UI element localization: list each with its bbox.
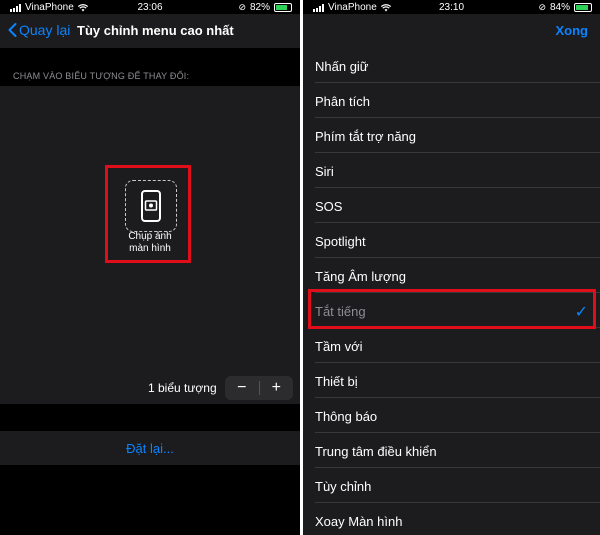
- list-item[interactable]: Trung tâm điều khiển: [303, 433, 600, 468]
- list-item-label: Thông báo: [315, 409, 378, 424]
- list-item[interactable]: Phím tắt trợ năng: [303, 118, 600, 153]
- list-item[interactable]: Thiết bị: [303, 363, 600, 398]
- icon-count-label: 1 biểu tượng: [148, 381, 217, 395]
- list-item-label: Trung tâm điều khiển: [315, 444, 437, 459]
- list-item-label: Phím tắt trợ năng: [315, 129, 417, 144]
- list-item[interactable]: Thông báo: [303, 398, 600, 433]
- list-item-label: Nhấn giữ: [315, 59, 369, 74]
- status-right: ⊘ 84%: [538, 2, 592, 13]
- icon-count-stepper: − +: [225, 376, 293, 400]
- list-item[interactable]: Tầm với: [303, 328, 600, 363]
- list-item-label: Tầm với: [315, 339, 363, 354]
- status-bar: VinaPhone 23:10 ⊘ 84%: [303, 0, 600, 14]
- section-header: CHẠM VÀO BIỂU TƯỢNG ĐỂ THAY ĐỔI:: [13, 71, 190, 81]
- highlight-box: [105, 165, 191, 263]
- back-button[interactable]: Quay lại: [8, 22, 70, 38]
- list-item[interactable]: Nhấn giữ: [303, 48, 600, 83]
- left-screen: VinaPhone 23:06 ⊘ 82% Quay lại Tùy chỉnh…: [0, 0, 300, 535]
- decrement-button[interactable]: −: [225, 376, 259, 400]
- nav-bar: Xong: [303, 14, 600, 48]
- battery-percent: 84%: [549, 2, 570, 13]
- list-item[interactable]: Xoay Màn hình: [303, 503, 600, 535]
- list-item-label: Tăng Âm lượng: [315, 269, 406, 284]
- nav-bar: Quay lại Tùy chỉnh menu cao nhất: [0, 14, 300, 48]
- icon-count-row: 1 biểu tượng − +: [0, 372, 300, 402]
- status-bar: VinaPhone 23:06 ⊘ 82%: [0, 0, 300, 14]
- reset-label: Đặt lại...: [126, 441, 174, 456]
- list-item-label: Thiết bị: [315, 374, 358, 389]
- reset-button[interactable]: Đặt lại...: [0, 431, 300, 465]
- list-item-label: Phân tích: [315, 94, 370, 109]
- status-right: ⊘ 82%: [238, 2, 292, 13]
- right-screen: VinaPhone 23:10 ⊘ 84% Xong Nhấn giữ Phân …: [303, 0, 600, 535]
- chevron-left-icon: [8, 23, 17, 37]
- list-item[interactable]: Phân tích: [303, 83, 600, 118]
- increment-button[interactable]: +: [260, 376, 294, 400]
- back-label: Quay lại: [19, 22, 71, 38]
- battery-icon: [574, 3, 592, 12]
- battery-icon: [274, 3, 292, 12]
- list-item[interactable]: Tùy chỉnh: [303, 468, 600, 503]
- battery-percent: 82%: [249, 2, 270, 13]
- orientation-lock-icon: ⊘: [538, 2, 546, 12]
- list-item[interactable]: SOS: [303, 188, 600, 223]
- orientation-lock-icon: ⊘: [238, 2, 246, 12]
- page-title: Tùy chỉnh menu cao nhất: [77, 23, 234, 38]
- list-item[interactable]: Spotlight: [303, 223, 600, 258]
- list-item-label: SOS: [315, 199, 343, 214]
- list-item-label: Xoay Màn hình: [315, 514, 403, 529]
- list-item[interactable]: Siri: [303, 153, 600, 188]
- highlight-box: [308, 289, 596, 329]
- list-item-label: Siri: [315, 164, 334, 179]
- list-item-label: Spotlight: [315, 234, 366, 249]
- list-item-label: Tùy chỉnh: [315, 479, 372, 494]
- list-item[interactable]: Tăng Âm lượng: [303, 258, 600, 293]
- done-button[interactable]: Xong: [556, 23, 589, 38]
